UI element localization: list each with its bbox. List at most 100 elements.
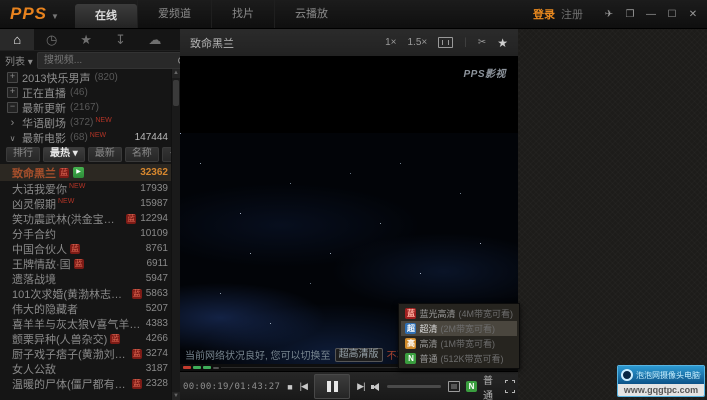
list-item[interactable]: 女人公敌 3187 bbox=[0, 361, 180, 376]
quality-menu: 蓝 蓝光高清 (4M带宽可看) 超 超清 (2M带宽可看) 高 高清 (1M带宽… bbox=[398, 303, 520, 369]
scale-150-button[interactable]: 1.5× bbox=[407, 37, 427, 48]
volume-icon[interactable] bbox=[371, 382, 380, 392]
collapse-minus-icon[interactable] bbox=[7, 102, 18, 113]
cloud-icon[interactable]: ☁ bbox=[138, 29, 172, 50]
view-count: 15987 bbox=[136, 198, 168, 209]
download-icon[interactable]: ↧ bbox=[103, 29, 137, 50]
list-item[interactable]: 温暖的尸体(僵尸都有这么帅) 蓝 2328 bbox=[0, 376, 180, 391]
home-icon[interactable]: ⌂ bbox=[0, 29, 34, 50]
list-item[interactable]: 笑功震武林(洪金宝王祖蓝吴君如... 蓝 12294 bbox=[0, 211, 180, 226]
list-item[interactable]: 中国合伙人 蓝 8761 bbox=[0, 241, 180, 256]
quality-menu-item[interactable]: 蓝 蓝光高清 (4M带宽可看) bbox=[401, 306, 517, 321]
list-item[interactable]: 101次求婚(黄渤林志玲高以翔) 蓝 5863 bbox=[0, 286, 180, 301]
tree-item[interactable]: 2013快乐男声 (820) bbox=[0, 70, 180, 85]
favorites-star-icon[interactable]: ★ bbox=[69, 29, 103, 50]
next-button[interactable]: ▶| bbox=[357, 381, 364, 392]
quality-tier-badge: N bbox=[405, 353, 416, 364]
view-count: 5863 bbox=[142, 288, 168, 299]
aspect-ratio-icon[interactable] bbox=[438, 37, 453, 48]
search-box bbox=[37, 52, 180, 69]
switch-quality-button[interactable]: 超高清版 bbox=[335, 348, 383, 362]
chevron-right-icon[interactable] bbox=[7, 117, 18, 129]
view-count: 5207 bbox=[142, 303, 168, 314]
list-item[interactable]: 致命黑兰 蓝 ▶ 32362 bbox=[0, 164, 180, 181]
sidebar-scrollbar[interactable]: ▲ ▼ bbox=[171, 69, 180, 400]
stop-button[interactable]: ■ bbox=[287, 382, 292, 392]
list-item[interactable]: 厨子戏子痞子(黄渤刘烨张涵予) 蓝 3274 bbox=[0, 346, 180, 361]
player-title-bar: 致命黑兰 1× 1.5× | ✂ ★ bbox=[180, 29, 518, 57]
sort-rank-button[interactable]: 排行 bbox=[6, 147, 40, 162]
scissors-icon[interactable]: ✂ bbox=[478, 37, 486, 48]
list-item[interactable]: 凶灵假期 NEW 15987 bbox=[0, 196, 180, 211]
new-badge: NEW bbox=[95, 115, 111, 127]
bluray-badge: 蓝 bbox=[110, 334, 120, 344]
sort-hot-button[interactable]: 最热 ▾ bbox=[43, 147, 85, 162]
list-item[interactable]: 大话我爱你 NEW 17939 bbox=[0, 181, 180, 196]
history-icon[interactable]: ◷ bbox=[34, 29, 68, 50]
tree-label: 最新电影 bbox=[22, 130, 66, 146]
letterbox-icon[interactable] bbox=[448, 381, 460, 392]
quality-menu-item[interactable]: 超 超清 (2M带宽可看) bbox=[401, 321, 517, 336]
search-input[interactable] bbox=[42, 54, 178, 67]
quality-label: 蓝光高清 bbox=[419, 307, 455, 320]
playback-controls: 00:00:19/01:43:27 ■ |◀ ▶| N 普通 bbox=[180, 371, 518, 400]
main-tabs: 在线 爱频道 找片 云播放 bbox=[75, 0, 348, 28]
tab-find[interactable]: 找片 bbox=[211, 0, 274, 28]
scroll-up-icon[interactable]: ▲ bbox=[172, 69, 180, 78]
buffered-segment bbox=[193, 366, 201, 369]
expand-plus-icon[interactable] bbox=[7, 87, 18, 98]
register-link[interactable]: 注册 bbox=[561, 6, 583, 22]
list-item[interactable]: 伟大的隐藏者 5207 bbox=[0, 301, 180, 316]
tree-item[interactable]: 正在直播 (46) bbox=[0, 85, 180, 100]
previous-button[interactable]: |◀ bbox=[300, 381, 307, 392]
quality-label: 超清 bbox=[419, 322, 437, 335]
sort-name-button[interactable]: 名称 bbox=[125, 147, 159, 162]
maximize-button[interactable]: ☐ bbox=[666, 9, 678, 20]
quality-tier-badge: 超 bbox=[405, 323, 416, 334]
volume-slider[interactable] bbox=[387, 385, 441, 388]
list-item[interactable]: 分手合约 10109 bbox=[0, 226, 180, 241]
new-badge: NEW bbox=[69, 181, 85, 192]
list-item[interactable]: 喜羊羊与灰太狼V喜气羊羊过蛇年 4383 bbox=[0, 316, 180, 331]
movie-title: 凶灵假期 bbox=[12, 196, 56, 212]
close-button[interactable]: ✕ bbox=[687, 9, 699, 20]
quality-menu-item[interactable]: N 普通 (512K带宽可看) bbox=[401, 351, 517, 366]
expand-plus-icon[interactable] bbox=[7, 72, 18, 83]
movie-title: 厨子戏子痞子(黄渤刘烨张涵予) bbox=[12, 346, 129, 362]
logo-dropdown-icon[interactable]: ▼ bbox=[51, 12, 59, 21]
scale-100-button[interactable]: 1× bbox=[385, 37, 396, 48]
scrollbar-thumb[interactable] bbox=[173, 80, 179, 106]
play-icon[interactable]: ▶ bbox=[73, 167, 84, 178]
pps-window: PPS ▼ 在线 爱频道 找片 云播放 登录 注册 ✈ ❐ — ☐ ✕ ⌂ ◷ bbox=[0, 0, 707, 400]
buffered-segment bbox=[203, 366, 211, 369]
fullscreen-icon[interactable] bbox=[505, 380, 516, 393]
list-dropdown[interactable]: 列表 ▾ bbox=[5, 53, 33, 68]
tab-channels[interactable]: 爱频道 bbox=[137, 0, 211, 28]
tree-item[interactable]: 最新更新 (2167) bbox=[0, 100, 180, 115]
login-link[interactable]: 登录 bbox=[533, 6, 555, 22]
list-item[interactable]: 遗落战境 5947 bbox=[0, 271, 180, 286]
scroll-down-icon[interactable]: ▼ bbox=[172, 392, 180, 400]
pause-button[interactable] bbox=[314, 374, 350, 399]
tab-online[interactable]: 在线 bbox=[75, 4, 137, 28]
tab-cloud[interactable]: 云播放 bbox=[274, 0, 348, 28]
quality-menu-item[interactable]: 高 高清 (1M带宽可看) bbox=[401, 336, 517, 351]
notice-text: 当前网络状况良好, 您可以切换至 bbox=[185, 347, 331, 362]
quality-badge[interactable]: N bbox=[466, 381, 477, 392]
bluray-badge: 蓝 bbox=[70, 244, 80, 254]
bandwidth-hint: (4M带宽可看) bbox=[459, 307, 514, 320]
favorite-star-icon[interactable]: ★ bbox=[497, 36, 508, 50]
tree-item[interactable]: 最新电影 (68) NEW 147444 bbox=[0, 130, 180, 145]
list-item[interactable]: 王牌情敌·国 蓝 6911 bbox=[0, 256, 180, 271]
chevron-down-icon[interactable] bbox=[7, 133, 18, 143]
pin-icon[interactable]: ✈ bbox=[603, 9, 615, 20]
minimize-button[interactable]: — bbox=[645, 9, 657, 20]
pps-logo[interactable]: PPS bbox=[10, 4, 47, 24]
view-count: 4266 bbox=[142, 333, 168, 344]
skin-icon[interactable]: ❐ bbox=[624, 9, 636, 20]
list-item[interactable]: 颤栗异种(人兽杂交) 蓝 4266 bbox=[0, 331, 180, 346]
tree-item[interactable]: 华语剧场 (372) NEW bbox=[0, 115, 180, 130]
bandwidth-hint: (2M带宽可看) bbox=[441, 322, 496, 335]
quality-button[interactable]: 普通 bbox=[483, 372, 498, 400]
sort-new-button[interactable]: 最新 bbox=[88, 147, 122, 162]
